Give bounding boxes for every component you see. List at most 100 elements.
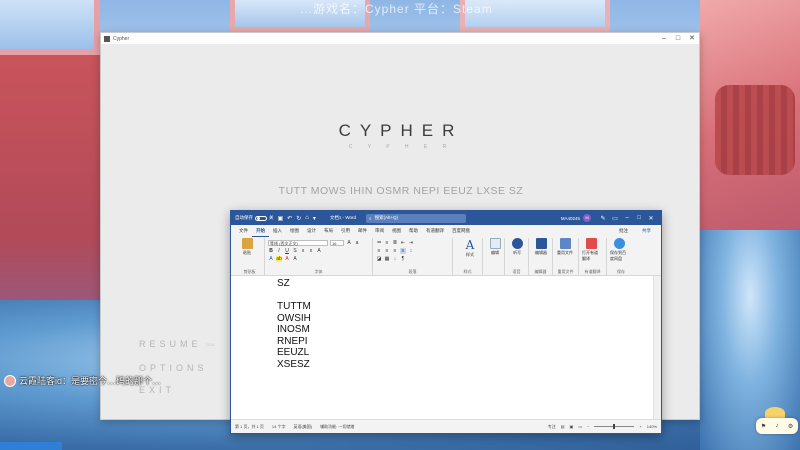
ribbon-display-icon[interactable]: ▭ [609,215,621,222]
save-baidu-button[interactable]: 保存到百度网盘 [610,238,628,262]
shrink-font-icon[interactable]: a [354,240,360,246]
word-title-bar[interactable]: 自动保存 关 ▣ ↶ ↻ ⌂ ▾ 文档1 - Word ⌕ 搜索(Alt+Q) … [231,211,661,225]
tab-insert[interactable]: 插入 [269,225,286,236]
tab-review[interactable]: 审阅 [371,225,388,236]
zoom-out-icon[interactable]: − [587,424,589,429]
multilevel-icon[interactable]: ≣ [392,240,398,246]
font-color-icon[interactable]: A [284,256,290,262]
comments-button[interactable]: 批注 [615,225,632,236]
word-count[interactable]: 14 个字 [272,424,286,430]
format-painter-icon[interactable]: ⌂ [305,215,309,222]
font-size-select[interactable]: 16 [330,240,344,246]
char-shading-icon[interactable]: A [292,256,298,262]
minimize-icon[interactable]: – [657,33,671,44]
align-center-icon[interactable]: ≡ [384,248,390,254]
options-button[interactable]: OPTIONS [139,363,208,373]
print-layout-icon[interactable]: ▣ [570,424,574,429]
clear-format-icon[interactable]: A [316,248,322,254]
reuse-button[interactable]: 重用文件 [556,238,574,256]
share-button[interactable]: 共享 [638,225,655,236]
line-spacing-icon[interactable]: ↕ [408,248,414,254]
document-line: TUTTM [277,301,311,312]
editing-button[interactable]: 编辑 [486,238,504,256]
sort-icon[interactable]: ↓ [392,256,398,262]
bullets-icon[interactable]: ≔ [376,240,382,246]
pen-icon[interactable]: ✎ [597,215,609,222]
bold-icon[interactable]: B [268,248,274,254]
superscript-icon[interactable]: x [308,248,314,254]
redo-icon[interactable]: ↻ [296,215,301,222]
tab-youdao[interactable]: 有道翻译 [422,225,448,236]
close-icon[interactable]: ✕ [685,33,699,44]
tab-baidu[interactable]: 百度网盘 [448,225,474,236]
minimize-icon[interactable]: – [621,215,633,222]
subscript-icon[interactable]: x [300,248,306,254]
paste-button[interactable]: 粘贴 [238,238,256,256]
zoom-slider[interactable] [594,424,635,429]
game-title-bar[interactable]: Cypher – □ ✕ [101,33,699,44]
flag-icon[interactable]: ⚑ [761,423,766,430]
tab-file[interactable]: 文件 [235,225,252,236]
tab-view[interactable]: 视图 [388,225,405,236]
align-left-icon[interactable]: ≡ [376,248,382,254]
shading-icon[interactable]: ◪ [376,256,382,262]
text-effects-icon[interactable]: A [268,256,274,262]
tab-home[interactable]: 开始 [252,225,269,237]
maximize-icon[interactable]: □ [671,33,685,44]
align-right-icon[interactable]: ≡ [392,248,398,254]
undo-icon[interactable]: ↶ [287,215,292,222]
document-body[interactable]: SZ TUTTM OWSIH INOSM RNEPI EEUZL XSESZ [277,278,311,370]
taskbar-button[interactable] [0,442,62,450]
tab-layout[interactable]: 布局 [320,225,337,236]
user-name[interactable]: MA40245 [561,216,580,221]
resume-button[interactable]: RESUME 2018 [139,339,214,349]
page-count[interactable]: 第 1 页，共 1 页 [235,424,264,430]
focus-button[interactable]: 专注 [548,424,556,430]
volume-icon[interactable]: ♪ [776,423,779,429]
language-status[interactable]: 英语(美国) [293,424,312,430]
decrease-indent-icon[interactable]: ⇤ [400,240,406,246]
vertical-scrollbar[interactable] [653,276,661,419]
document-canvas[interactable]: SZ TUTTM OWSIH INOSM RNEPI EEUZL XSESZ [231,276,661,419]
styles-label: 样式 [466,252,474,257]
tab-mailings[interactable]: 邮件 [354,225,371,236]
strikethrough-icon[interactable]: S [292,248,298,254]
dropdown-icon[interactable]: ▾ [313,215,316,222]
increase-indent-icon[interactable]: ⇥ [408,240,414,246]
show-marks-icon[interactable]: ¶ [400,256,406,262]
tab-draw[interactable]: 绘图 [286,225,303,236]
zoom-in-icon[interactable]: + [639,424,641,429]
toggle-switch-icon[interactable] [255,215,267,221]
search-box[interactable]: ⌕ 搜索(Alt+Q) [366,213,467,223]
editor-button[interactable]: 编辑器 [532,238,550,256]
underline-icon[interactable]: U [284,248,290,254]
word-window[interactable]: 自动保存 关 ▣ ↶ ↻ ⌂ ▾ 文档1 - Word ⌕ 搜索(Alt+Q) … [230,210,662,434]
settings-icon[interactable]: ⚙ [788,423,793,430]
zoom-level[interactable]: 140% [647,424,657,429]
maximize-icon[interactable]: □ [633,215,645,222]
game-logo: CYPHER [338,121,464,140]
save-icon[interactable]: ▣ [278,215,284,222]
editor-icon [535,238,547,249]
avatar[interactable]: M [583,214,591,222]
font-name-select[interactable]: 等线 (西文正文) [268,240,328,246]
grow-font-icon[interactable]: A [346,240,352,246]
accessibility-status[interactable]: 辅助功能: 一切就绪 [320,424,354,430]
dictate-label: 听写 [513,250,521,255]
dictate-button[interactable]: 听写 [508,238,526,256]
autosave-toggle[interactable]: 自动保存 关 [235,215,274,221]
numbering-icon[interactable]: ≡ [384,240,390,246]
italic-icon[interactable]: I [276,248,282,254]
read-mode-icon[interactable]: ▤ [561,424,565,429]
translate-button[interactable]: 打开有道翻译 [582,238,600,262]
tab-references[interactable]: 引用 [337,225,354,236]
web-layout-icon[interactable]: ▭ [578,424,582,429]
highlight-icon[interactable]: ab [276,256,282,262]
tray-widget[interactable]: ⚑ ♪ ⚙ [756,418,798,434]
justify-icon[interactable]: ≡ [400,248,406,254]
styles-button[interactable]: A 样式 [456,238,484,264]
close-icon[interactable]: ✕ [645,215,657,222]
borders-icon[interactable]: ▦ [384,256,390,262]
tab-design[interactable]: 设计 [303,225,320,236]
tab-help[interactable]: 帮助 [405,225,422,236]
